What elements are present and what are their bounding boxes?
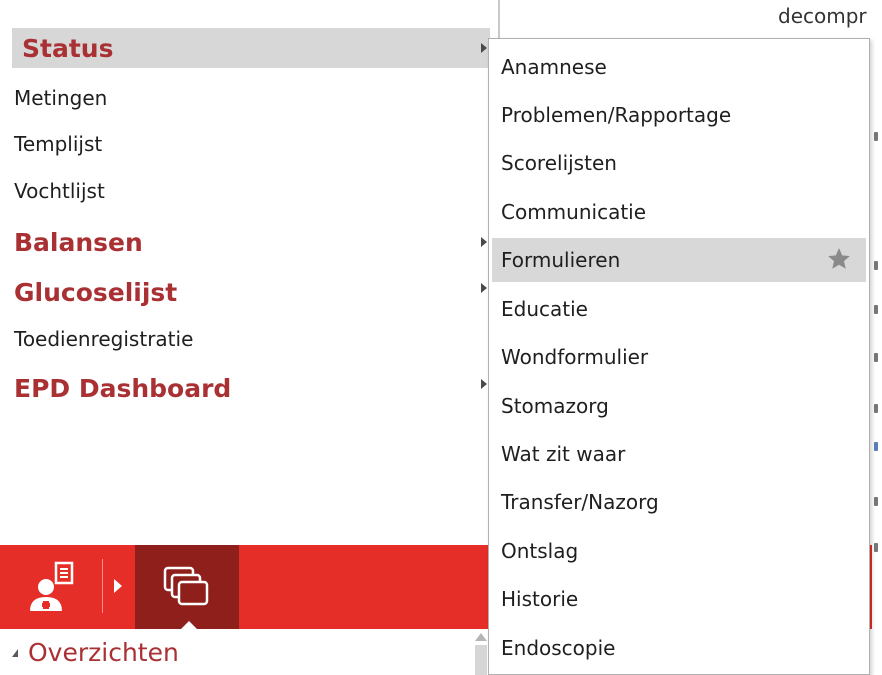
overzichten-header[interactable]: Overzichten — [28, 638, 179, 667]
submenu-item-endoscopie[interactable]: Endoscopie — [489, 626, 869, 670]
submenu-item-label: Anamnese — [501, 55, 607, 79]
submenu-item-formulieren[interactable]: Formulieren — [492, 238, 866, 282]
expand-arrow-icon[interactable] — [114, 579, 122, 593]
submenu-arrow-icon — [481, 379, 487, 389]
toolbar-separator — [102, 559, 103, 613]
menu-item-label: Status — [22, 33, 114, 63]
menu-item-label: Templijst — [14, 132, 103, 156]
submenu-arrow-icon — [481, 237, 487, 247]
submenu-item-label: Stomazorg — [501, 394, 609, 418]
background-text: decompr — [778, 4, 867, 28]
submenu-item-label: Historie — [501, 587, 579, 611]
menu-item-balansen[interactable]: Balansen — [14, 222, 143, 262]
background-mark — [874, 442, 878, 451]
background-mark — [874, 353, 878, 362]
active-indicator — [181, 621, 197, 629]
submenu-item-communicatie[interactable]: Communicatie — [489, 190, 869, 234]
submenu-item-historie[interactable]: Historie — [489, 577, 869, 621]
menu-item-label: Glucoselijst — [14, 277, 178, 307]
background-mark — [874, 132, 878, 141]
background-edge — [872, 0, 882, 675]
submenu-arrow-icon — [481, 283, 487, 293]
left-menu: Status Metingen Templijst Vochtlijst Bal… — [0, 0, 490, 545]
status-submenu: Anamnese Problemen/Rapportage Scorelijst… — [488, 38, 870, 675]
submenu-item-label: Ontslag — [501, 539, 579, 563]
submenu-item-label: Educatie — [501, 297, 588, 321]
submenu-item-label: Scorelijsten — [501, 151, 617, 175]
collapse-triangle-icon[interactable] — [12, 649, 18, 657]
patient-record-icon[interactable] — [26, 561, 86, 617]
menu-item-templijst[interactable]: Templijst — [14, 124, 102, 164]
scroll-up-icon[interactable] — [475, 633, 487, 641]
submenu-item-educatie[interactable]: Educatie — [489, 287, 869, 331]
submenu-arrow-icon — [481, 43, 487, 53]
submenu-item-label: Transfer/Nazorg — [501, 490, 659, 514]
submenu-item-wat-zit-waar[interactable]: Wat zit waar — [489, 432, 869, 476]
submenu-item-scorelijsten[interactable]: Scorelijsten — [489, 141, 869, 185]
submenu-item-stomazorg[interactable]: Stomazorg — [489, 384, 869, 428]
menu-item-epd-dashboard[interactable]: EPD Dashboard — [14, 368, 231, 408]
submenu-item-label: Problemen/Rapportage — [501, 103, 732, 127]
menu-item-label: Metingen — [14, 86, 108, 110]
menu-item-label: Balansen — [14, 227, 143, 257]
windows-button[interactable] — [135, 545, 239, 629]
menu-item-status[interactable]: Status — [12, 28, 490, 68]
submenu-item-ontslag[interactable]: Ontslag — [489, 529, 869, 573]
submenu-item-transfer-nazorg[interactable]: Transfer/Nazorg — [489, 480, 869, 524]
background-mark — [874, 404, 878, 413]
menu-item-label: Vochtlijst — [14, 179, 105, 203]
background-mark — [874, 543, 878, 552]
submenu-item-label: Wondformulier — [501, 345, 649, 369]
windows-stack-icon — [161, 565, 213, 609]
submenu-item-problemen-rapportage[interactable]: Problemen/Rapportage — [489, 93, 869, 137]
background-mark — [874, 261, 878, 270]
submenu-item-label: Wat zit waar — [501, 442, 626, 466]
submenu-item-label: Endoscopie — [501, 636, 616, 660]
submenu-item-wondformulier[interactable]: Wondformulier — [489, 335, 869, 379]
menu-item-vochtlijst[interactable]: Vochtlijst — [14, 171, 105, 211]
background-mark — [874, 305, 878, 314]
scrollbar[interactable] — [475, 645, 487, 675]
star-icon[interactable] — [826, 246, 852, 272]
submenu-item-anamnese[interactable]: Anamnese — [489, 45, 869, 89]
menu-item-metingen[interactable]: Metingen — [14, 78, 107, 118]
background-mark — [874, 497, 878, 506]
menu-item-toedienregistratie[interactable]: Toedienregistratie — [14, 319, 193, 359]
menu-item-label: Toedienregistratie — [14, 327, 194, 351]
submenu-item-label: Formulieren — [501, 248, 621, 272]
submenu-item-label: Communicatie — [501, 200, 647, 224]
menu-item-glucoselijst[interactable]: Glucoselijst — [14, 272, 177, 312]
menu-item-label: EPD Dashboard — [14, 373, 232, 403]
